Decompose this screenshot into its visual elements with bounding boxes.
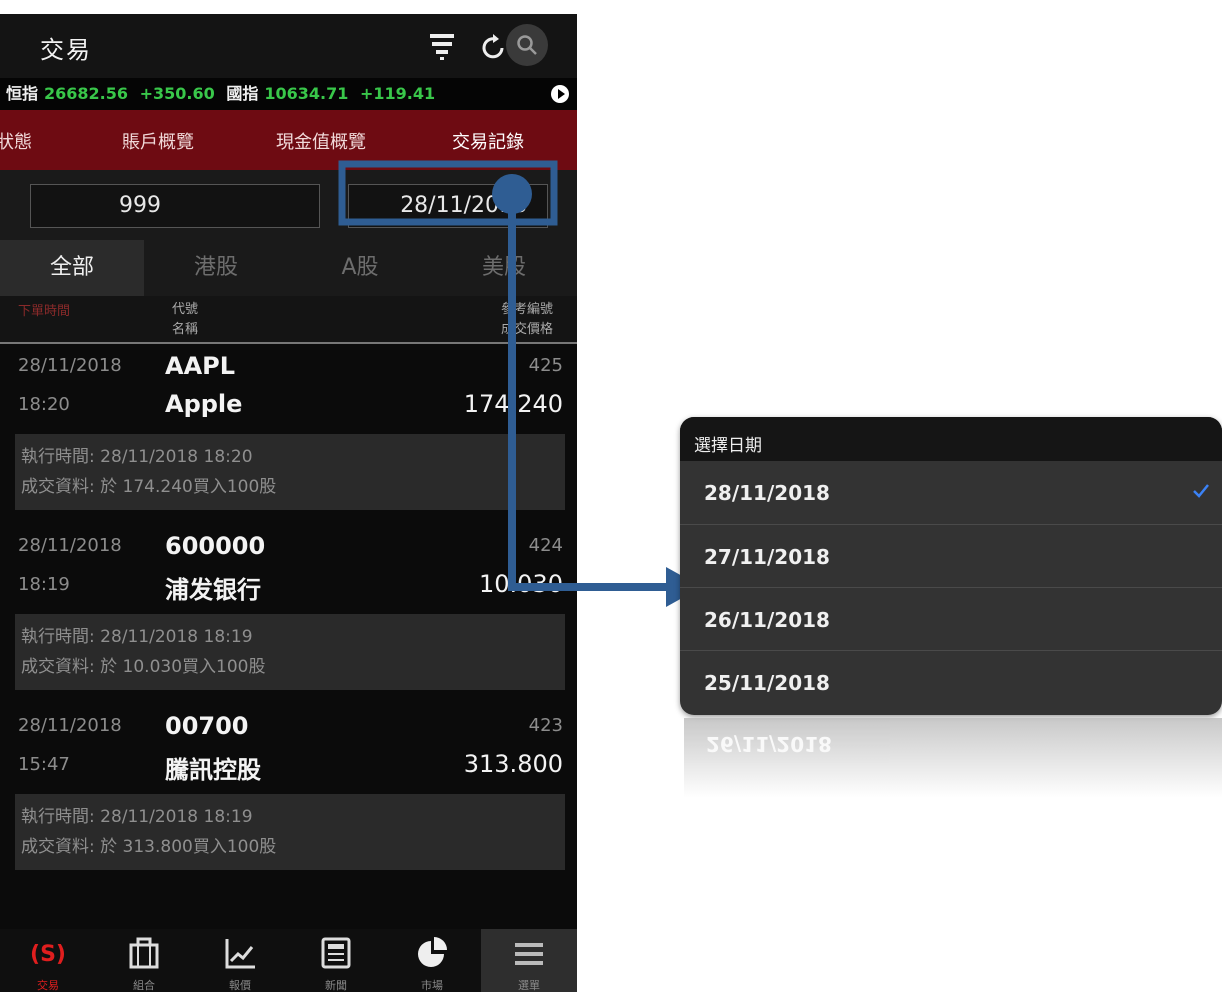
index-ticker: 恒指 26682.56 +350.60 國指 10634.71 +119.41: [0, 78, 577, 110]
picker-title: 選擇日期: [694, 436, 762, 456]
nav-portfolio[interactable]: 組合: [96, 929, 192, 992]
date-selector[interactable]: 28/11/2018: [348, 184, 548, 228]
nav-menu[interactable]: 選單: [481, 929, 577, 992]
nav-label: 市場: [421, 979, 443, 992]
filter-row: 999 28/11/2018: [0, 170, 577, 240]
trade-code: AAPL: [165, 352, 236, 380]
tab-cash-overview[interactable]: 現金值概覽: [276, 128, 366, 154]
trade-date: 28/11/2018: [18, 535, 122, 556]
nav-label: 選單: [518, 979, 540, 992]
date-option-label: 26/11/2018: [704, 608, 830, 632]
trade-date: 28/11/2018: [18, 715, 122, 736]
svg-text:(S): (S): [30, 942, 66, 967]
page-title: 交易: [40, 36, 92, 64]
screenshot-stage: 交易 恒指 26682.56 +350.60 國指 10634.71 +119.41…: [0, 0, 1222, 992]
nav-label: 新聞: [325, 979, 347, 992]
account-selector[interactable]: 999: [30, 184, 320, 228]
trade-dollar-icon: (S): [30, 942, 66, 967]
date-option[interactable]: 27/11/2018: [680, 524, 1222, 587]
selected-date: 28/11/2018: [400, 193, 527, 218]
exec-time: 執行時間: 28/11/2018 18:19: [21, 627, 253, 647]
line-chart-icon: [225, 939, 255, 969]
trade-detail: 執行時間: 28/11/2018 18:19 成交資料: 於 313.800買入…: [15, 794, 565, 870]
trade-date: 28/11/2018: [18, 355, 122, 376]
trade-time: 15:47: [18, 754, 70, 775]
col-code[interactable]: 代號: [172, 298, 198, 317]
trade-ref: 425: [528, 355, 563, 376]
trade-time: 18:19: [18, 574, 70, 595]
tab-status[interactable]: 狀態: [0, 128, 32, 154]
trade-price: 10.030: [479, 570, 563, 598]
nav-quotes[interactable]: 報價: [192, 929, 288, 992]
trade-price: 174.240: [463, 390, 563, 418]
tab-all[interactable]: 全部: [0, 240, 144, 296]
trade-code: 00700: [165, 712, 249, 740]
filter-icon[interactable]: [420, 24, 464, 68]
menu-icon: [515, 943, 543, 965]
ticker-play-icon[interactable]: [551, 85, 569, 103]
trade-name: 浦发银行: [165, 576, 261, 604]
account-number: 999: [119, 193, 161, 218]
nav-label: 報價: [229, 979, 251, 992]
picker-reflection: 26/11/2018: [684, 718, 1222, 798]
tab-us-stocks[interactable]: 美股: [432, 240, 576, 296]
ticker-change: +350.60: [139, 84, 215, 103]
bottom-nav: (S) 交易 組合 報價 新聞 市場 選單: [0, 929, 577, 992]
ticker-name: 國指: [226, 84, 259, 103]
trade-record[interactable]: 28/11/2018 600000 424 18:19 浦发银行 10.030 …: [0, 532, 577, 702]
col-name[interactable]: 名稱: [172, 318, 198, 337]
briefcase-icon: [129, 937, 159, 969]
tab-hk-stocks[interactable]: 港股: [144, 240, 288, 296]
phone-screen: 交易 恒指 26682.56 +350.60 國指 10634.71 +119.41…: [0, 14, 577, 992]
nav-label: 組合: [133, 979, 155, 992]
account-nav-tabs: 狀態 賬戶概覽 現金值概覽 交易記錄: [0, 110, 577, 170]
nav-label: 交易: [37, 979, 59, 992]
search-icon[interactable]: [506, 24, 548, 66]
ticker-value: 26682.56: [44, 84, 129, 103]
trade-record[interactable]: 28/11/2018 00700 423 15:47 騰訊控股 313.800 …: [0, 712, 577, 882]
date-option[interactable]: 28/11/2018: [680, 461, 1222, 524]
ticker-value: 10634.71: [264, 84, 349, 103]
trade-name: Apple: [165, 390, 243, 418]
tab-trade-records[interactable]: 交易記錄: [452, 128, 524, 154]
exec-time: 執行時間: 28/11/2018 18:19: [21, 807, 253, 827]
pie-chart-icon: [418, 937, 447, 967]
trade-time: 18:20: [18, 394, 70, 415]
date-option[interactable]: 25/11/2018: [680, 650, 1222, 713]
col-order-time[interactable]: 下單時間: [18, 300, 70, 319]
picker-header: 選擇日期: [680, 417, 1222, 461]
newspaper-icon: [321, 937, 351, 969]
fill-info: 成交資料: 於 10.030買入100股: [21, 657, 266, 677]
trade-price: 313.800: [463, 750, 563, 778]
fill-info: 成交資料: 於 313.800買入100股: [21, 837, 277, 857]
trade-detail: 執行時間: 28/11/2018 18:19 成交資料: 於 10.030買入1…: [15, 614, 565, 690]
app-header: 交易: [0, 14, 577, 78]
nav-trade[interactable]: (S) 交易: [0, 929, 96, 992]
exec-time: 執行時間: 28/11/2018 18:20: [21, 447, 253, 467]
date-picker: 選擇日期 28/11/2018 27/11/2018 26/11/2018 25…: [680, 417, 1222, 715]
ticker-name: 恒指: [6, 84, 39, 103]
reflection-text: 26/11/2018: [706, 732, 832, 756]
trade-name: 騰訊控股: [165, 756, 261, 784]
nav-market[interactable]: 市場: [384, 929, 480, 992]
column-headers: 下單時間 代號 名稱 參考編號 成交價格: [0, 296, 577, 344]
tab-account-overview[interactable]: 賬戶概覽: [122, 128, 194, 154]
trade-ref: 424: [528, 535, 563, 556]
trade-ref: 423: [528, 715, 563, 736]
date-option-label: 28/11/2018: [704, 481, 830, 505]
col-price[interactable]: 成交價格: [501, 318, 553, 337]
col-ref-no[interactable]: 參考編號: [501, 298, 553, 317]
ticker-change: +119.41: [359, 84, 436, 103]
fill-info: 成交資料: 於 174.240買入100股: [21, 477, 277, 497]
nav-news[interactable]: 新聞: [288, 929, 384, 992]
market-tabs: 全部 港股 A股 美股: [0, 240, 577, 296]
date-option-label: 27/11/2018: [704, 545, 830, 569]
date-option-label: 25/11/2018: [704, 671, 830, 695]
trade-record[interactable]: 28/11/2018 AAPL 425 18:20 Apple 174.240 …: [0, 352, 577, 522]
tab-a-shares[interactable]: A股: [288, 240, 432, 296]
trade-code: 600000: [165, 532, 266, 560]
checkmark-icon: [1193, 484, 1209, 498]
date-option[interactable]: 26/11/2018: [680, 587, 1222, 650]
trade-detail: 執行時間: 28/11/2018 18:20 成交資料: 於 174.240買入…: [15, 434, 565, 510]
